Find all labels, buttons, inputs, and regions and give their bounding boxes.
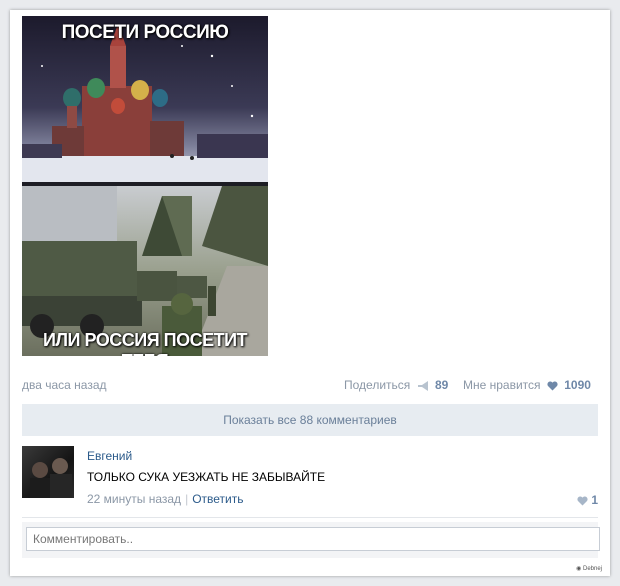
post-image[interactable]: ПОСЕТИ РОССИЮ ИЛИ РОССИЯ ПОСЕТИТ ТЕБЯ bbox=[22, 16, 268, 356]
post-timestamp[interactable]: два часа назад bbox=[22, 378, 107, 392]
comment-text: ТОЛЬКО СУКА УЕЗЖАТЬ НЕ ЗАБЫВАЙТЕ bbox=[87, 470, 326, 484]
comment-timestamp[interactable]: 22 минуты назад bbox=[87, 492, 181, 506]
comment-composer bbox=[22, 522, 600, 558]
heart-icon bbox=[577, 496, 588, 506]
meme-caption-top: ПОСЕТИ РОССИЮ bbox=[61, 22, 229, 43]
post-actions-row: два часа назад Поделиться 89 Мне нравитс… bbox=[22, 378, 598, 396]
avatar-photo bbox=[30, 458, 72, 498]
comment-meta: 22 минуты назад | Ответить bbox=[87, 492, 243, 506]
post-card: ПОСЕТИ РОССИЮ ИЛИ РОССИЯ ПОСЕТИТ ТЕБЯ дв… bbox=[10, 10, 610, 576]
like-count: 1090 bbox=[564, 378, 591, 392]
comment-item: Евгений ТОЛЬКО СУКА УЕЗЖАТЬ НЕ ЗАБЫВАЙТЕ… bbox=[22, 446, 598, 512]
like-label: Мне нравится bbox=[463, 378, 541, 392]
avatar[interactable] bbox=[22, 446, 74, 498]
like-button[interactable]: Мне нравится 1090 bbox=[463, 378, 591, 392]
watermark-logo: ◉ Debnej bbox=[576, 566, 602, 572]
reply-link[interactable]: Ответить bbox=[192, 492, 243, 506]
comment-like-count: 1 bbox=[591, 493, 598, 507]
separator: | bbox=[185, 492, 189, 506]
heart-icon bbox=[547, 381, 558, 391]
share-count: 89 bbox=[434, 378, 449, 392]
comment-author[interactable]: Евгений bbox=[87, 449, 132, 463]
share-button[interactable]: Поделиться 89 bbox=[344, 378, 448, 392]
share-label: Поделиться bbox=[344, 378, 411, 392]
divider bbox=[22, 517, 598, 518]
show-all-comments-button[interactable]: Показать все 88 комментариев bbox=[22, 404, 598, 436]
comment-input[interactable] bbox=[26, 527, 600, 551]
megaphone-icon bbox=[417, 380, 428, 391]
comment-like-button[interactable]: 1 bbox=[574, 493, 598, 507]
meme-caption-bottom: ИЛИ РОССИЯ ПОСЕТИТ ТЕБЯ bbox=[42, 330, 248, 356]
